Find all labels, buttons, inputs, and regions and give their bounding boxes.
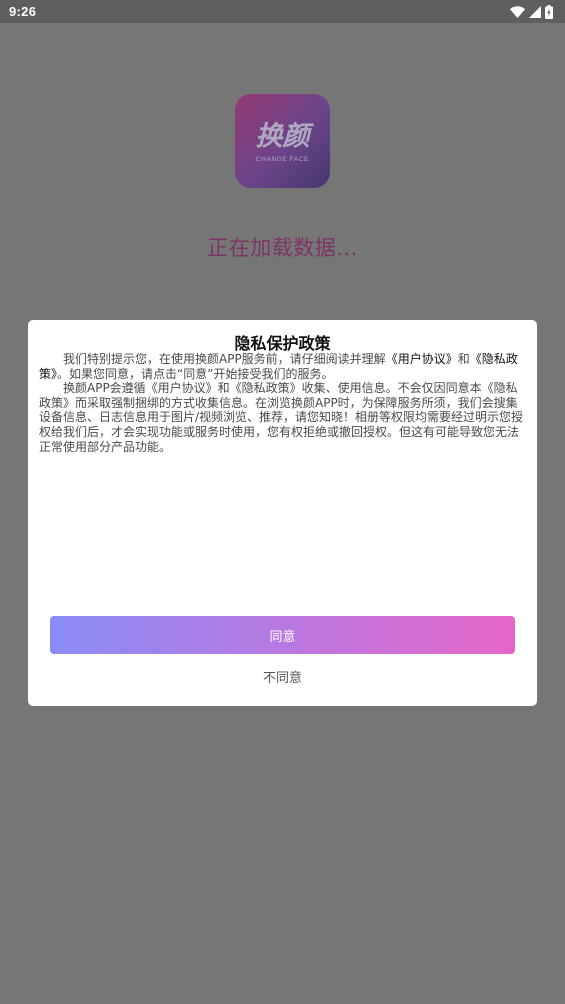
app-logo-text: 换颜 [255, 120, 310, 152]
agree-button[interactable]: 同意 [50, 616, 515, 654]
dialog-paragraph-2: 换颜APP会遵循《用户协议》和《隐私政策》收集、使用信息。不会仅因同意本《隐私政… [39, 381, 524, 454]
status-bar: 9:26 [0, 0, 565, 23]
wifi-icon [510, 5, 525, 18]
dialog-body: 我们特别提示您，在使用换颜APP服务前，请仔细阅读并理解《用户协议》和《隐私政策… [39, 352, 526, 454]
app-logo: 换颜 CHANGE FACE [235, 94, 330, 188]
signal-icon [529, 5, 541, 18]
privacy-dialog: 隐私保护政策 我们特别提示您，在使用换颜APP服务前，请仔细阅读并理解《用户协议… [28, 320, 537, 706]
paragraph-text: 我们特别提示您，在使用换颜APP服务前，请仔细阅读并理解 [63, 352, 386, 366]
status-time: 9:26 [9, 4, 37, 19]
user-agreement-link[interactable]: 《用户协议》 [386, 352, 458, 366]
app-logo-subtitle: CHANGE FACE [255, 155, 310, 163]
battery-icon [545, 4, 553, 19]
dialog-title: 隐私保护政策 [234, 334, 331, 353]
status-icons [510, 4, 553, 19]
dialog-paragraph-1: 我们特别提示您，在使用换颜APP服务前，请仔细阅读并理解《用户协议》和《隐私政策… [39, 352, 526, 381]
paragraph-text: 和 [457, 352, 470, 366]
paragraph-text: 。如果您同意，请点击“同意”开始接受我们的服务。 [57, 366, 334, 381]
disagree-button[interactable]: 不同意 [28, 667, 537, 687]
loading-text: 正在加载数据... [207, 236, 358, 260]
